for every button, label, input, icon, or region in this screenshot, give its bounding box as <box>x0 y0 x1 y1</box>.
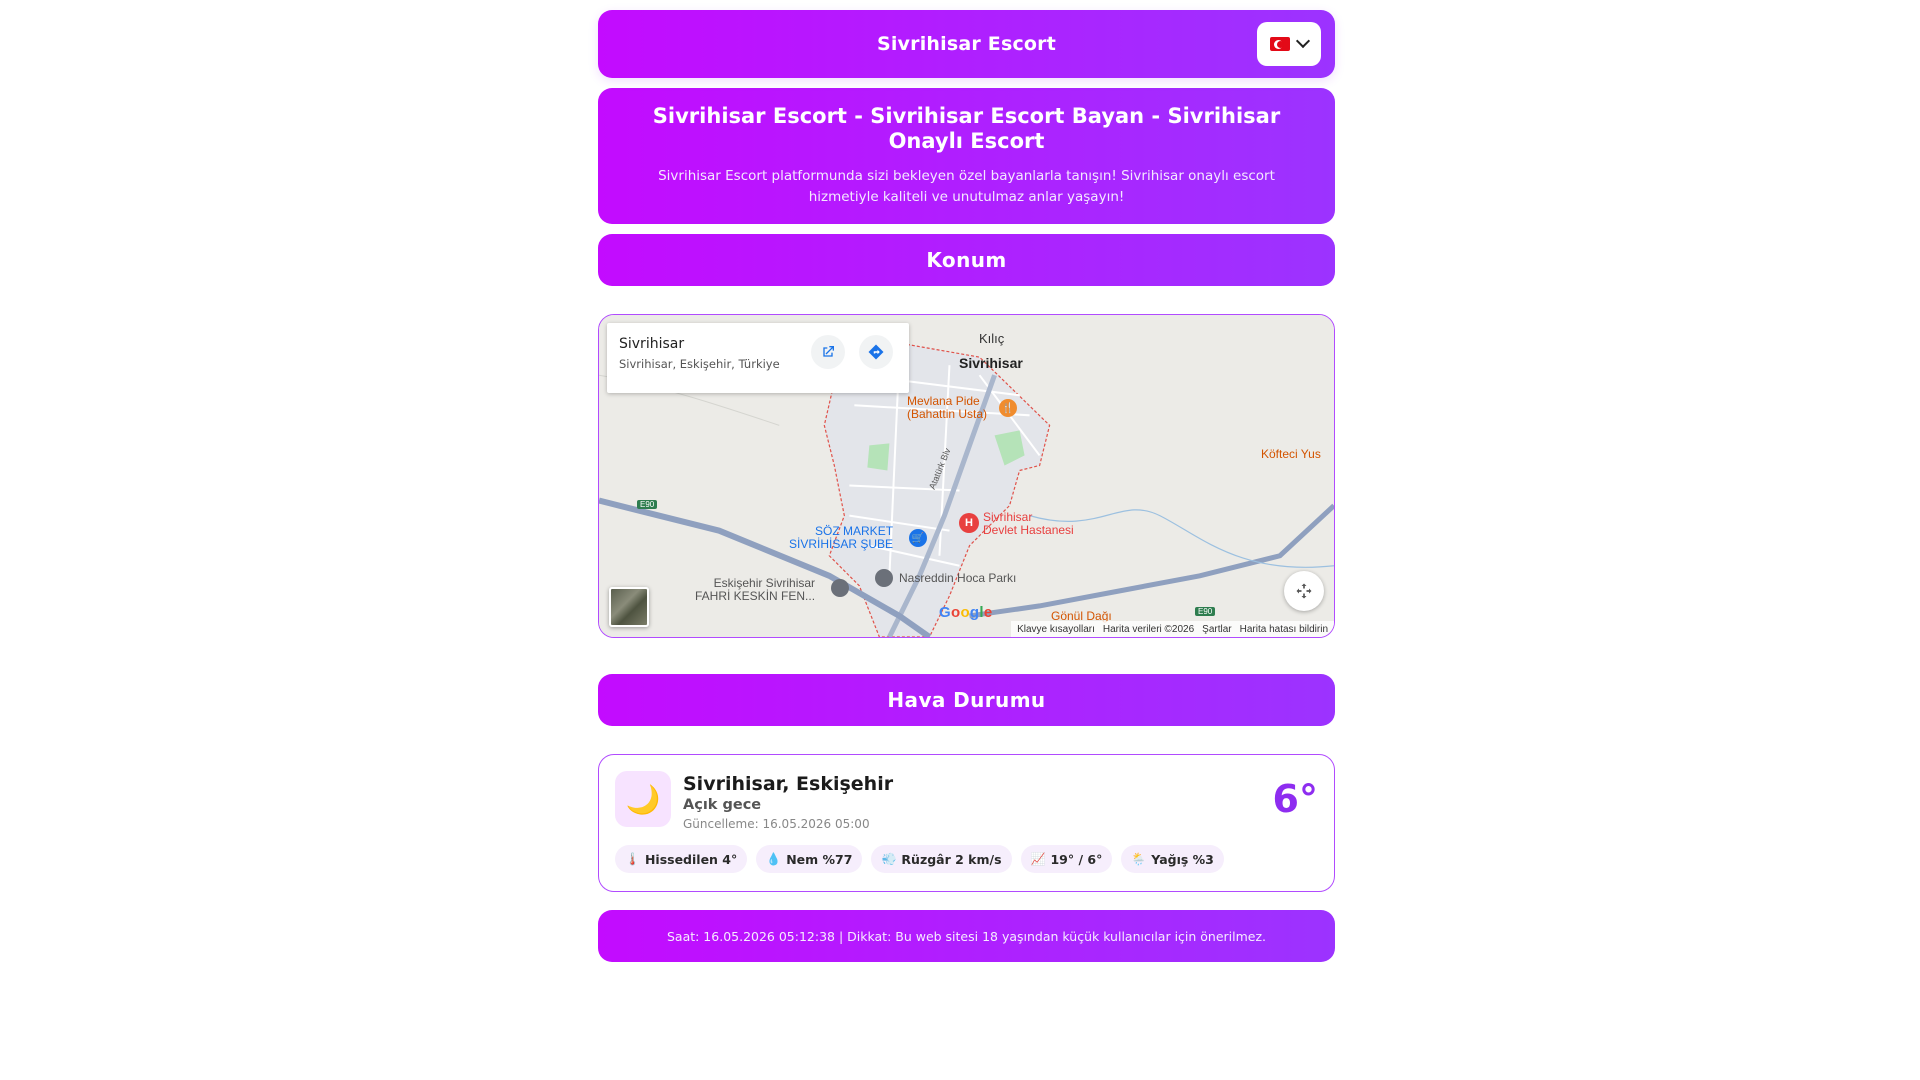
restaurant-pin-icon[interactable]: 🍴 <box>999 399 1017 417</box>
map-label-kofteci: Köfteci Yus <box>1261 447 1321 461</box>
hero-banner: Sivrihisar Escort - Sivrihisar Escort Ba… <box>598 88 1335 224</box>
wind-chip: 💨 Rüzgâr 2 km/s <box>871 845 1012 873</box>
high-low-chip: 📈 19° / 6° <box>1020 845 1113 873</box>
report-error-link[interactable]: Harita hatası bildirin <box>1240 624 1328 635</box>
rain-cloud-icon: 🌦️ <box>1131 852 1147 866</box>
map-label-e90: E90 <box>1195 607 1216 616</box>
map-label-e90: E90 <box>637 500 658 509</box>
external-link-icon <box>823 346 834 357</box>
chevron-down-icon <box>1295 33 1311 49</box>
shopping-pin-icon[interactable]: 🛒 <box>909 529 927 547</box>
map-label-mevlana: Mevlana Pide (Bahattin Usta) <box>907 394 988 421</box>
terms-link[interactable]: Şartlar <box>1202 624 1231 635</box>
map-label-school: Eskişehir Sivrihisar FAHRİ KESKİN FEN... <box>695 576 816 603</box>
turkey-flag-icon <box>1270 37 1290 51</box>
weather-location: Sivrihisar, Eskişehir <box>683 773 894 795</box>
map-label-hospital: Sivrihisar Devlet Hastanesi <box>983 510 1074 537</box>
google-logo: Google <box>939 604 993 621</box>
park-pin-icon[interactable] <box>875 569 893 587</box>
hero-title: Sivrihisar Escort - Sivrihisar Escort Ba… <box>652 104 1281 153</box>
site-title: Sivrihisar Escort <box>876 33 1057 55</box>
hospital-pin-icon[interactable]: H <box>959 513 979 533</box>
thermometer-icon: 🌡️ <box>625 852 640 866</box>
location-section-title: Konum <box>598 234 1335 286</box>
map-label-soz-market: SÖZ MARKET SİVRİHİSAR ŞUBE <box>789 524 894 551</box>
wind-icon: 💨 <box>881 852 897 866</box>
weather-temperature: 6° <box>1272 777 1318 821</box>
map-embed[interactable]: Sivrihisar Sivrihisar, Eskişehir, Türkiy… <box>598 314 1335 638</box>
place-name: Sivrihisar <box>619 336 685 352</box>
weather-updated: Güncelleme: 16.05.2026 05:00 <box>683 817 870 831</box>
moon-icon: 🌙 <box>615 771 671 827</box>
fullscreen-button[interactable] <box>1284 571 1324 611</box>
map-label-kilic: Kılıç <box>979 331 1005 346</box>
place-address: Sivrihisar, Eskişehir, Türkiye <box>619 357 780 371</box>
weather-chips: 🌡️ Hissedilen 4° 💧 Nem %77 💨 Rüzgâr 2 km/s … <box>615 845 1224 873</box>
open-in-maps-button[interactable] <box>811 335 845 369</box>
school-pin-icon[interactable] <box>831 579 849 597</box>
language-selector[interactable] <box>1257 22 1321 66</box>
place-info-card: Sivrihisar Sivrihisar, Eskişehir, Türkiy… <box>607 323 909 393</box>
hero-description: Sivrihisar Escort platformunda sizi bekl… <box>658 168 1275 205</box>
map-data-credit: Harita verileri ©2026 <box>1102 623 1195 635</box>
weather-description: Açık gece <box>683 797 762 813</box>
weather-section-title: Hava Durumu <box>598 674 1335 726</box>
page-container: Sivrihisar Escort Sivrihisar Escort - Si… <box>598 10 1335 962</box>
fullscreen-icon <box>1296 583 1312 599</box>
chart-up-icon: 📈 <box>1030 852 1046 866</box>
precipitation-chip: 🌦️ Yağış %3 <box>1121 845 1224 873</box>
directions-icon <box>868 344 884 360</box>
keyboard-shortcuts-link[interactable]: Klavye kısayolları <box>1017 624 1095 635</box>
map-label-town: Sivrihisar <box>959 355 1023 371</box>
map-attribution: Klavye kısayolları Harita verileri ©2026… <box>1011 621 1334 637</box>
directions-button[interactable] <box>859 335 893 369</box>
feels-like-chip: 🌡️ Hissedilen 4° <box>615 845 748 873</box>
park-area <box>867 443 890 471</box>
satellite-toggle-button[interactable] <box>609 587 649 627</box>
site-footer: Saat: 16.05.2026 05:12:38 | Dikkat: Bu w… <box>598 910 1335 962</box>
humidity-chip: 💧 Nem %77 <box>756 845 863 873</box>
weather-card: 🌙 Sivrihisar, Eskişehir Açık gece Güncel… <box>598 754 1335 892</box>
map-label-park: Nasreddin Hoca Parkı <box>899 571 1017 585</box>
droplet-icon: 💧 <box>766 852 782 866</box>
site-header: Sivrihisar Escort <box>598 10 1335 78</box>
